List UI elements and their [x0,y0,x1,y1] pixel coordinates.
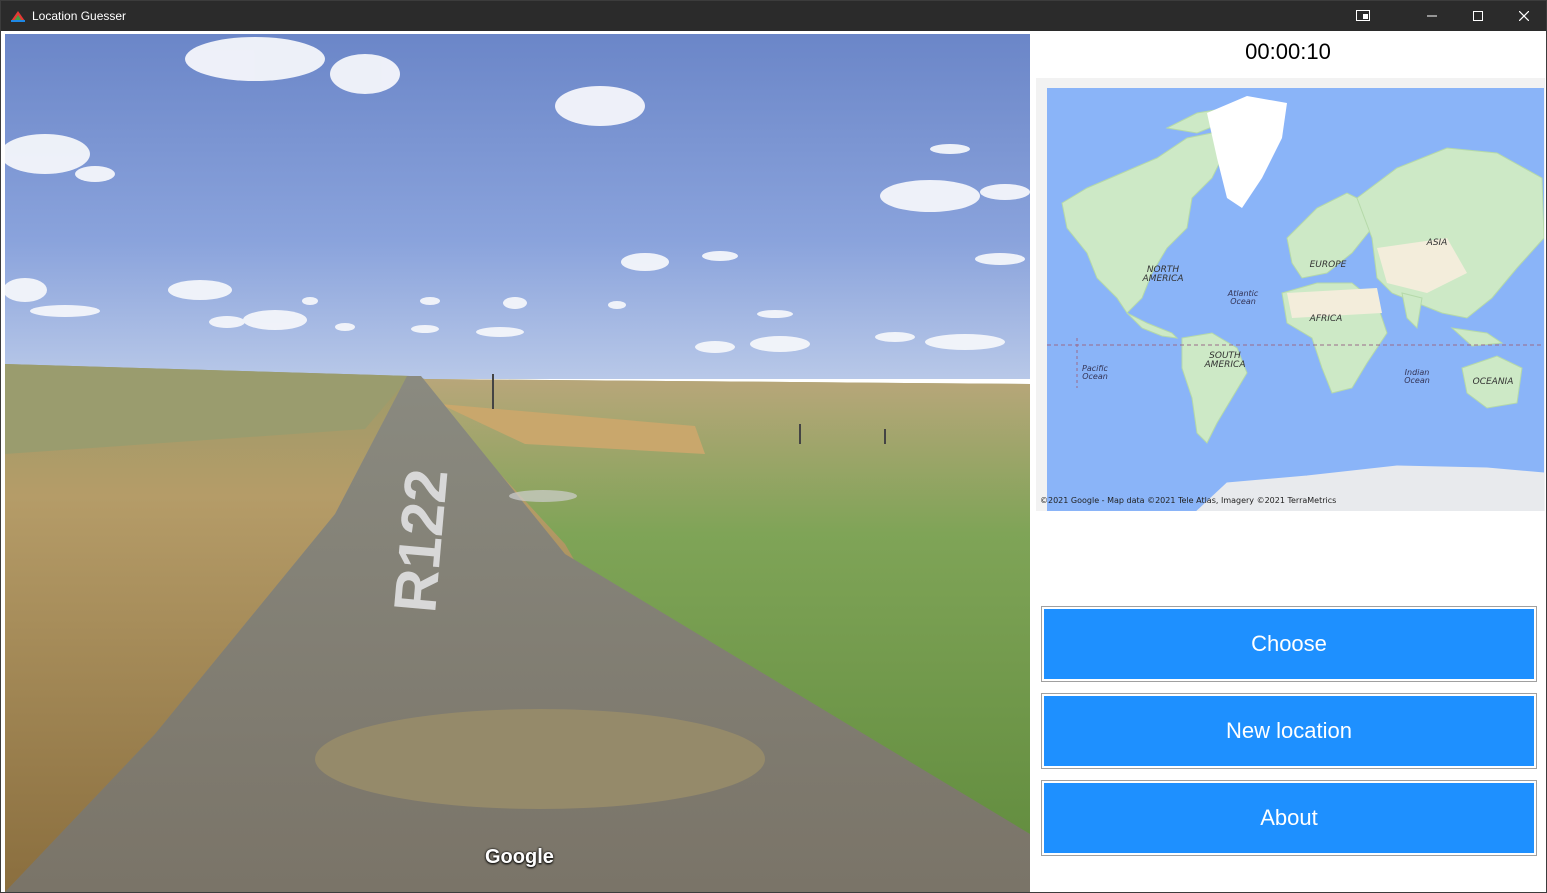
world-map[interactable]: NORTH AMERICA EUROPE AFRICA ASIA SOUTH A… [1047,88,1544,511]
label-south-america-2: AMERICA [1204,360,1246,370]
snap-icon [1356,10,1370,21]
label-north-america-2: AMERICA [1142,274,1184,284]
label-indian-2: Ocean [1404,376,1430,385]
app-icon [11,11,25,22]
choose-button-label: Choose [1044,609,1534,679]
about-button[interactable]: About [1041,780,1537,856]
map-attribution: ©2021 Google - Map data ©2021 Tele Atlas… [1040,496,1337,505]
window-title: Location Guesser [32,9,127,23]
label-oceania: OCEANIA [1473,377,1514,387]
street-view-panorama[interactable]: R122 Google [5,34,1030,892]
minimize-icon [1427,15,1437,17]
new-location-button[interactable]: New location [1041,693,1537,769]
choose-button[interactable]: Choose [1041,606,1537,682]
maximize-icon [1473,11,1483,21]
label-europe: EUROPE [1310,260,1347,270]
world-map-canvas[interactable]: NORTH AMERICA EUROPE AFRICA ASIA SOUTH A… [1047,88,1544,511]
google-logo: Google [485,846,554,868]
new-location-button-label: New location [1044,696,1534,766]
label-atlantic-2: Ocean [1230,297,1256,306]
title-bar[interactable]: Location Guesser [1,1,1546,31]
close-button[interactable] [1501,1,1547,31]
timer-display: 00:00:10 [1245,39,1331,64]
label-asia: ASIA [1426,238,1448,248]
snap-layout-button[interactable] [1340,1,1386,31]
minimize-button[interactable] [1409,1,1455,31]
label-pacific-2: Ocean [1082,372,1108,381]
maximize-button[interactable] [1455,1,1501,31]
street-view-scene: R122 [5,34,1030,892]
about-button-label: About [1044,783,1534,853]
close-icon [1519,11,1529,21]
label-africa: AFRICA [1309,314,1343,324]
app-window: Location Guesser R122 Google 00:00:10 NO… [0,0,1547,893]
road-marking: R122 [381,466,460,615]
